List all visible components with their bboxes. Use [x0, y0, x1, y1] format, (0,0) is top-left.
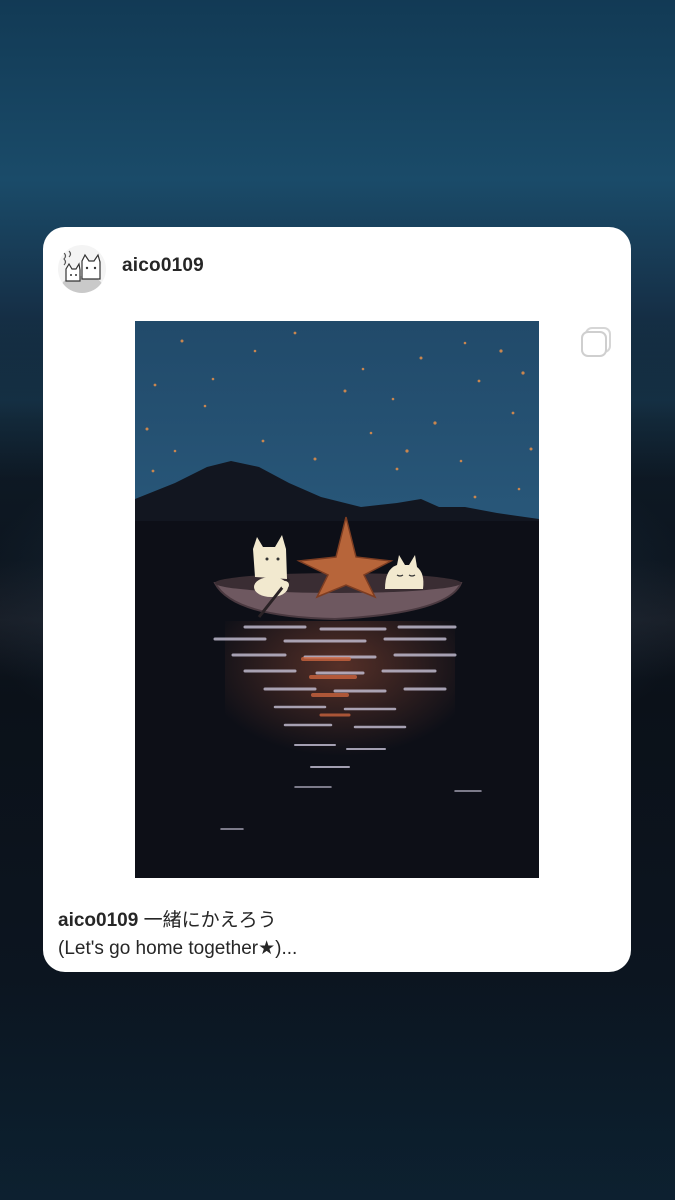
post-caption: aico0109 一緒にかえろう (Let's go home together…	[58, 907, 618, 963]
post-username[interactable]: aico0109	[122, 255, 204, 277]
post-image[interactable]	[135, 321, 539, 878]
caption-username[interactable]: aico0109	[58, 910, 138, 931]
multiple-images-icon	[581, 327, 611, 357]
post-preview-card[interactable]: aico0109 aico0109 一緒にかえろう (Let's go home…	[43, 227, 631, 972]
background-blur	[0, 980, 675, 1200]
cat-avatar-icon[interactable]	[58, 245, 106, 293]
caption-text: 一緒にかえろう	[138, 910, 277, 931]
caption-translation: (Let's go home together★)...	[58, 938, 298, 959]
post-header: aico0109	[43, 227, 631, 302]
